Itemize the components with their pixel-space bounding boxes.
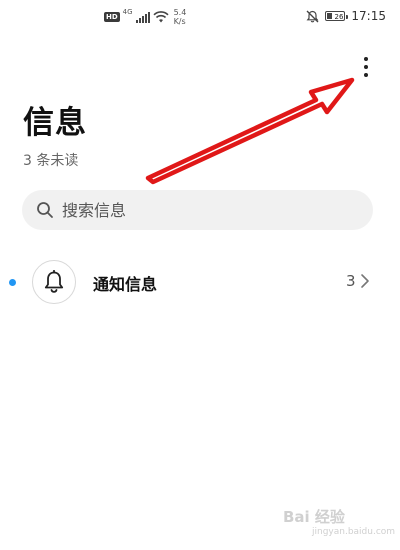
red-arrow-icon	[145, 77, 355, 185]
unread-dot	[9, 279, 16, 286]
search-bar[interactable]	[22, 190, 373, 230]
bell-muted-icon	[306, 10, 319, 22]
battery-icon: 26	[325, 11, 348, 21]
list-item-notifications[interactable]: 通知信息 3	[0, 255, 400, 311]
battery-level: 26	[334, 13, 344, 21]
signal-icon	[135, 11, 150, 23]
wifi-icon	[153, 11, 169, 23]
more-vertical-icon-dot	[364, 65, 368, 69]
status-bar: HD 4G 5.4 K/s 26 17:15	[0, 0, 400, 34]
more-vertical-icon-dot	[364, 57, 368, 61]
more-options-button[interactable]	[356, 52, 376, 82]
status-right-icons: 26 17:15	[306, 9, 386, 23]
list-item-count: 3	[346, 272, 356, 290]
bell-icon	[44, 270, 64, 293]
network-speed-value: 5.4	[173, 8, 187, 17]
page-title: 信息	[23, 105, 87, 141]
unread-count: 3 条未读	[23, 153, 79, 169]
status-left-icons: HD 4G 5.4 K/s	[104, 8, 186, 26]
network-speed-unit: K/s	[173, 17, 186, 26]
watermark-url: jingyan.baidu.com	[312, 527, 396, 537]
avatar	[32, 260, 76, 304]
network-type: 4G	[122, 8, 133, 16]
network-speed: 5.4 K/s	[174, 8, 187, 26]
list-item-title: 通知信息	[93, 275, 158, 294]
watermark-logo: Bai 经验	[283, 508, 345, 526]
search-input[interactable]	[60, 199, 344, 221]
chevron-right-icon	[361, 274, 369, 288]
hd-badge: HD	[104, 12, 120, 22]
search-icon	[37, 202, 53, 218]
battery-fill	[327, 13, 332, 19]
more-vertical-icon-dot	[364, 73, 368, 77]
status-time: 17:15	[351, 9, 386, 23]
